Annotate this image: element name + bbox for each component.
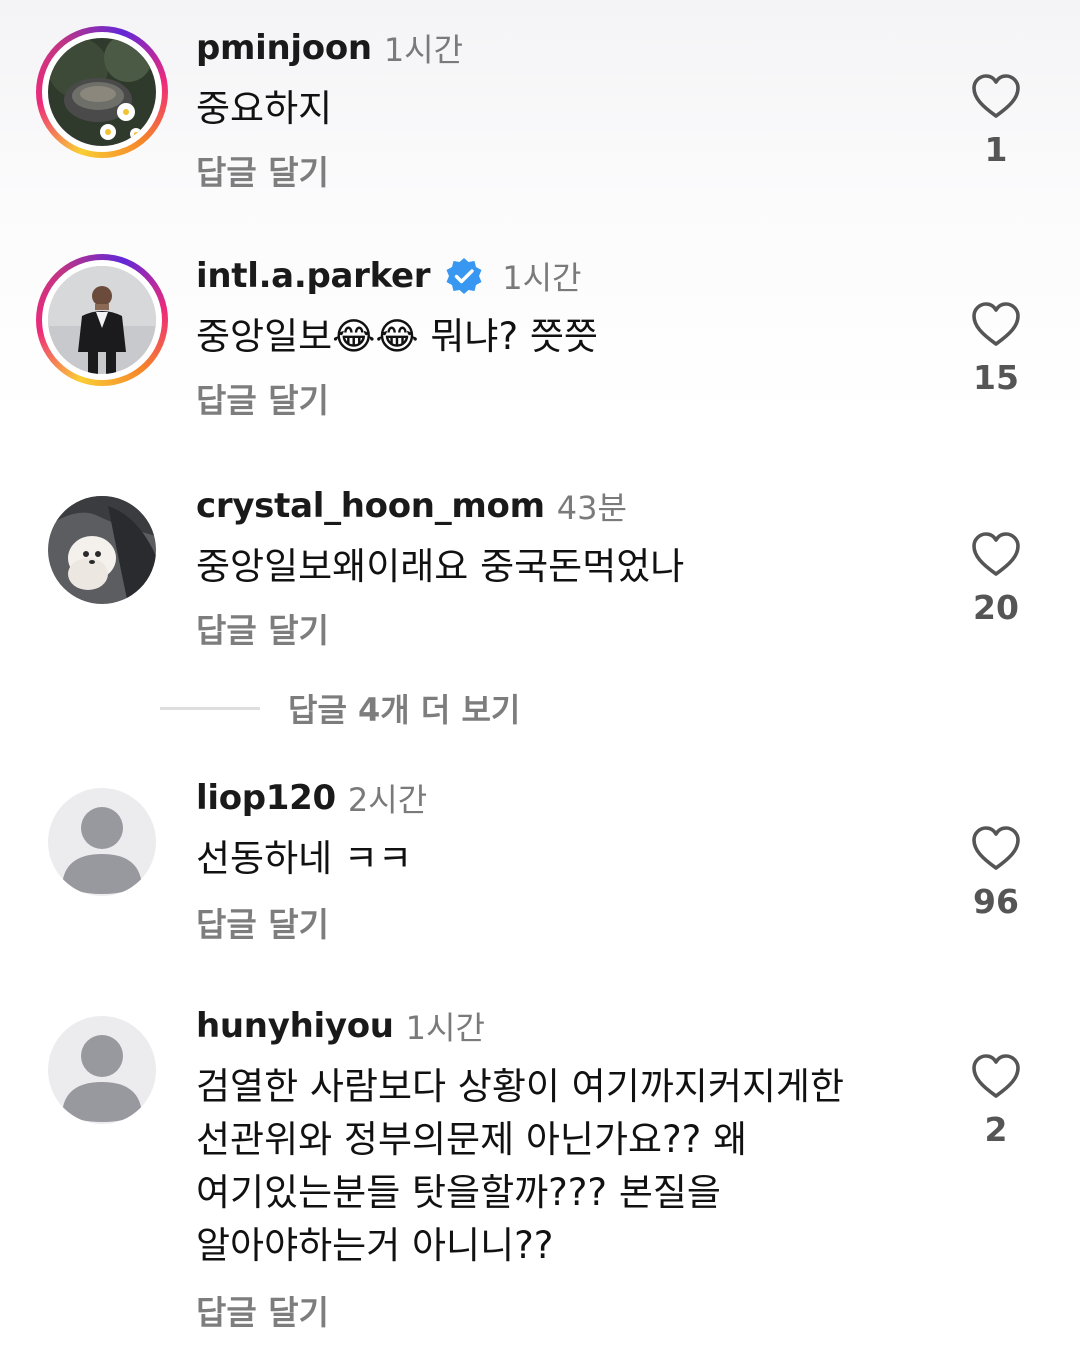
- comment-text: 검열한 사람보다 상황이 여기까지커지게한 선관위와 정부의문제 아닌가요?? …: [196, 1065, 845, 1267]
- avatar[interactable]: [36, 1004, 168, 1136]
- like-control: 1: [956, 72, 1036, 169]
- like-count: 2: [984, 1110, 1008, 1149]
- comment-meta: hunyhiyou 1시간: [196, 1004, 485, 1048]
- avatar[interactable]: [36, 254, 168, 386]
- reply-button[interactable]: 답글 달기: [196, 898, 329, 946]
- like-control: 96: [956, 824, 1036, 921]
- heart-icon[interactable]: [970, 1052, 1022, 1100]
- reply-button[interactable]: 답글 달기: [196, 604, 329, 652]
- avatar[interactable]: [36, 776, 168, 908]
- avatar-photo: [48, 38, 156, 146]
- reply-button[interactable]: 답글 달기: [196, 1286, 329, 1334]
- default-user-icon: [48, 1016, 156, 1124]
- comment-text: 선동하네 ㅋㅋ: [196, 837, 413, 880]
- timestamp: 1시간: [405, 1009, 485, 1047]
- reply-button[interactable]: 답글 달기: [196, 146, 329, 194]
- like-control: 15: [956, 300, 1036, 397]
- username[interactable]: liop120: [196, 778, 336, 818]
- like-count: 96: [973, 882, 1019, 921]
- username[interactable]: crystal_hoon_mom: [196, 486, 545, 526]
- like-control: 20: [956, 530, 1036, 627]
- view-more-replies[interactable]: 답글 4개 더 보기: [160, 684, 520, 732]
- timestamp: 2시간: [347, 781, 428, 819]
- view-more-replies-label[interactable]: 답글 4개 더 보기: [288, 685, 520, 731]
- timestamp: 1시간: [502, 259, 582, 297]
- reply-button[interactable]: 답글 달기: [196, 374, 329, 422]
- username[interactable]: pminjoon: [196, 28, 372, 68]
- comment-meta: intl.a.parker 1시간: [196, 254, 581, 298]
- like-count: 15: [973, 358, 1019, 397]
- comment-meta: crystal_hoon_mom 43분: [196, 484, 627, 528]
- comment-text: 중앙일보😂😂 뭐냐? 쯧쯧: [196, 315, 598, 358]
- like-count: 1: [984, 130, 1008, 169]
- default-user-icon: [48, 788, 156, 896]
- verified-badge-icon: [446, 258, 482, 294]
- timestamp: 43분: [556, 489, 627, 527]
- timestamp: 1시간: [383, 31, 464, 69]
- thread-divider-line: [160, 706, 260, 710]
- comment-meta: liop120 2시간: [196, 776, 427, 820]
- avatar[interactable]: [36, 26, 168, 158]
- heart-icon[interactable]: [970, 530, 1022, 578]
- heart-icon[interactable]: [970, 824, 1022, 872]
- like-control: 2: [956, 1052, 1036, 1149]
- comment-text: 중앙일보왜이래요 중국돈먹었나: [196, 545, 685, 588]
- avatar-photo: [48, 496, 156, 604]
- comments-list: pminjoon 1시간 중요하지 답글 달기 1 intl.a.parker …: [0, 0, 1080, 1366]
- comment-text: 중요하지: [196, 87, 333, 130]
- heart-icon[interactable]: [970, 300, 1022, 348]
- avatar[interactable]: [36, 484, 168, 616]
- username[interactable]: hunyhiyou: [196, 1006, 394, 1046]
- comment-meta: pminjoon 1시간: [196, 26, 463, 70]
- avatar-photo: [48, 266, 156, 374]
- heart-icon[interactable]: [970, 72, 1022, 120]
- like-count: 20: [973, 588, 1019, 627]
- username[interactable]: intl.a.parker: [196, 256, 431, 296]
